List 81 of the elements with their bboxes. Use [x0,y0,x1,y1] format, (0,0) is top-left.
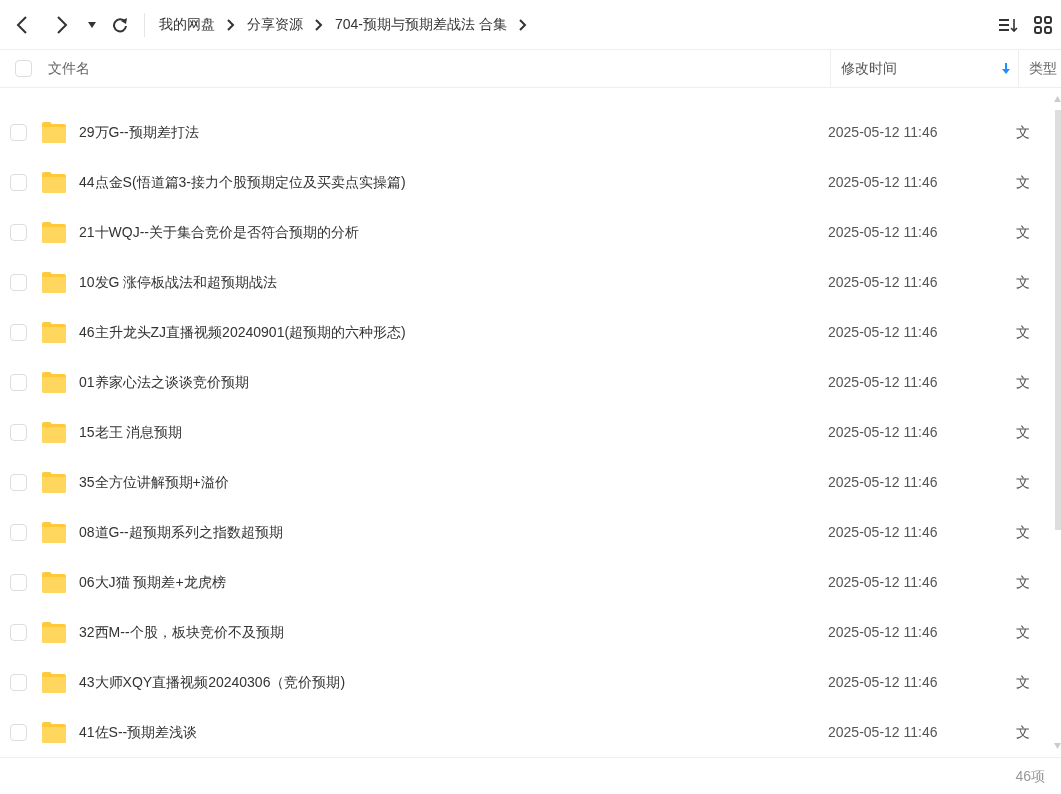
modified-time: 2025-05-12 11:46 [828,272,939,292]
column-header[interactable]: 类型 [1018,50,1061,87]
chevron-right-icon [227,18,235,31]
folder-icon [41,521,67,543]
breadcrumb-link[interactable]: 704-预期与预期差战法 合集 [335,14,507,35]
file-type: 文 [1016,222,1030,242]
breadcrumb-link[interactable]: 分享资源 [247,14,303,35]
caret-down-icon [88,21,96,28]
file-name[interactable]: 46主升龙头ZJ直播视频20240901(超预期的六种形态) [79,321,828,343]
file-type: 文 [1016,722,1030,742]
folder-icon [41,571,67,593]
file-name[interactable]: 06大J猫 预期差+龙虎榜 [79,571,828,593]
folder-icon [41,171,67,193]
modified-time: 2025-05-12 11:46 [828,222,939,242]
item-count: 46项 [1015,766,1045,786]
folder-icon [41,421,67,443]
checkbox[interactable] [10,373,27,391]
chevron-right-icon [518,18,527,31]
checkbox[interactable] [10,173,27,191]
file-name[interactable]: 29万G--预期差打法 [79,121,828,143]
modified-time: 2025-05-12 11:46 [828,172,939,192]
folder-icon [41,671,67,693]
file-name[interactable]: 01养家心法之谈谈竞价预期 [79,371,828,393]
file-name[interactable]: 41佐S--预期差浅谈 [79,721,828,743]
folder-icon [41,221,67,243]
file-type: 文 [1016,622,1030,642]
checkbox[interactable] [15,60,32,77]
folder-icon [41,321,67,343]
checkbox[interactable] [10,423,27,441]
file-type: 文 [1016,572,1030,592]
folder-icon [41,471,67,493]
modified-time: 2025-05-12 11:46 [828,722,939,742]
file-name[interactable]: 15老王 消息预期 [79,421,828,443]
checkbox[interactable] [10,473,27,491]
file-type: 文 [1016,272,1030,292]
folder-icon [41,271,67,293]
file-type: 文 [1016,322,1030,342]
modified-time: 2025-05-12 11:46 [828,422,939,442]
chevron-right-icon [315,18,323,31]
grid-view-button[interactable] [1033,14,1053,35]
modified-time: 2025-05-12 11:46 [828,572,939,592]
file-name[interactable]: 08道G--超预期系列之指数超预期 [79,521,828,543]
checkbox[interactable] [10,523,27,541]
scroll-up-arrow-icon[interactable] [1054,96,1061,102]
file-name[interactable]: 43大师XQY直播视频20240306（竞价预期) [79,671,828,693]
checkbox[interactable] [10,323,27,341]
modified-time: 2025-05-12 11:46 [828,622,939,642]
file-type: 文 [1016,372,1030,392]
folder-icon [41,121,67,143]
folder-icon [41,621,67,643]
file-type: 文 [1016,122,1030,142]
column-header[interactable]: 文件名 [48,50,830,87]
modified-time: 2025-05-12 11:46 [828,522,939,542]
modified-time: 2025-05-12 11:46 [828,472,939,492]
column-header[interactable]: 修改时间 [830,50,1018,87]
folder-icon [41,371,67,393]
file-type: 文 [1016,472,1030,492]
checkbox[interactable] [10,623,27,641]
modified-time: 2025-05-12 11:46 [828,372,939,392]
sort-descending-icon [1002,63,1010,74]
file-name[interactable]: 35全方位讲解预期+溢价 [79,471,828,493]
file-type: 文 [1016,422,1030,442]
file-name[interactable]: 21十WQJ--关于集合竞价是否符合预期的分析 [79,221,828,243]
file-name[interactable]: 32西M--个股，板块竞价不及预期 [79,621,828,643]
checkbox[interactable] [10,123,27,141]
folder-icon [41,721,67,743]
file-name[interactable]: 44点金S(悟道篇3-接力个股预期定位及买卖点实操篇) [79,171,828,193]
checkbox[interactable] [10,223,27,241]
file-type: 文 [1016,172,1030,192]
checkbox[interactable] [10,673,27,691]
file-type: 文 [1016,672,1030,692]
scroll-down-arrow-icon[interactable] [1054,743,1061,749]
modified-time: 2025-05-12 11:46 [828,672,939,692]
file-type: 文 [1016,522,1030,542]
modified-time: 2025-05-12 11:46 [828,322,939,342]
breadcrumb-link[interactable]: 我的网盘 [159,14,215,35]
checkbox[interactable] [10,573,27,591]
modified-time: 2025-05-12 11:46 [828,122,939,142]
checkbox[interactable] [10,273,27,291]
file-name[interactable]: 10发G 涨停板战法和超预期战法 [79,271,828,293]
checkbox[interactable] [10,723,27,741]
